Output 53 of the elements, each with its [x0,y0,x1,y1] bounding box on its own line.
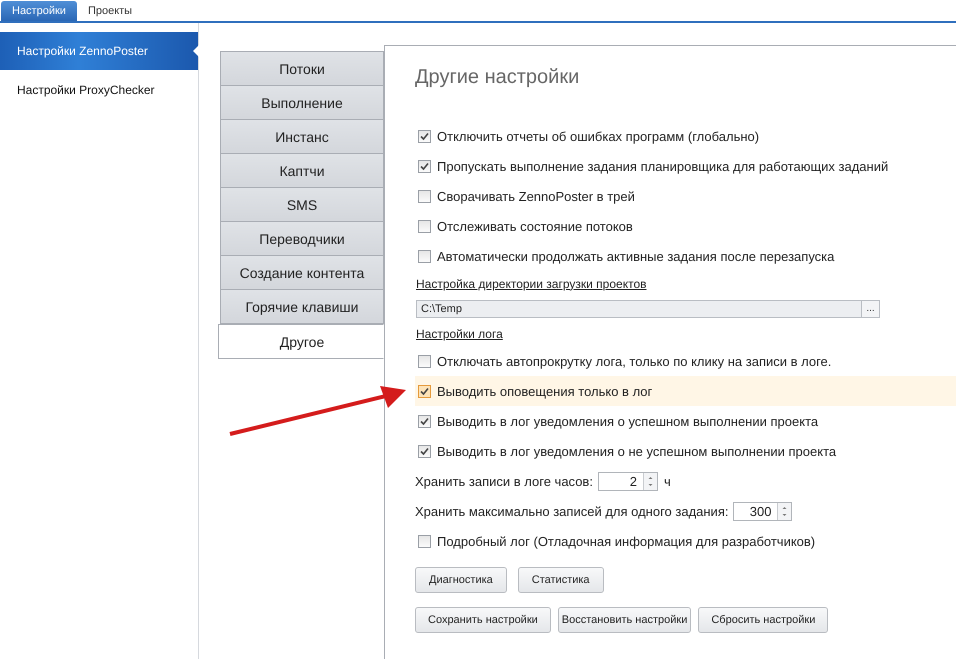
checkbox-label: Выводить в лог уведомления о успешном выполнении проекта [437,414,818,428]
section-tab[interactable]: Создание контента [220,256,384,290]
action-button[interactable]: Статистика [518,567,604,593]
section-tab[interactable]: Переводчики [220,222,384,256]
checkbox[interactable] [418,130,431,142]
checkbox-label: Отключить отчеты об ошибках программ (глобально) [437,128,760,144]
checkbox[interactable] [418,444,431,458]
checkbox[interactable] [418,220,431,232]
checkbox[interactable] [418,190,431,202]
check-icon [420,162,429,170]
top-tab[interactable]: Проекты [76,1,144,21]
checkbox[interactable] [418,354,431,368]
check-icon [420,446,429,456]
spin-label: Хранить максимально записей для одного задания: [415,504,728,518]
path-field[interactable]: C:\Temp [416,300,862,318]
action-button[interactable]: Восстановить настройки [558,607,692,633]
checkbox-label: Подробный лог (Отладочная информация для разработчиков) [437,534,816,548]
action-button[interactable]: Сохранить настройки [415,607,551,633]
checkbox-label: Отслеживать состояние потоков [437,218,633,234]
unit-label: ч [664,474,671,488]
number-field[interactable]: 300 [733,502,792,520]
checkbox[interactable] [418,534,431,548]
sidebar-item[interactable]: Настройки ZennoPoster [0,32,198,70]
number-field[interactable]: 2 [598,472,658,490]
action-button[interactable]: Диагностика [415,567,507,593]
section-tab[interactable]: SMS [220,188,384,222]
checkbox-label: Отключать автопрокрутку лога, только по клику на записи в логе. [437,354,832,368]
checkbox[interactable] [418,384,431,398]
action-button[interactable]: Сбросить настройки [698,607,828,633]
section-tab[interactable]: Инстанс [220,120,384,154]
section-tab[interactable]: Горячие клавиши [220,290,384,324]
checkbox-label: Автоматически продолжать активные задания после перезапуска [437,248,834,264]
top-tab[interactable]: Настройки [1,1,77,21]
section-link[interactable]: Настройки лога [416,326,503,340]
checkbox-label: Сворачивать ZennoPoster в трей [437,188,635,204]
browse-button[interactable]: ... [862,300,880,318]
check-icon [420,386,429,396]
panel-title: Другие настройки [415,66,580,90]
section-tab[interactable]: Каптчи [220,154,384,188]
section-link[interactable]: Настройка директории загрузки проектов [416,276,646,290]
check-icon [420,416,429,426]
checkbox[interactable] [418,160,431,172]
section-tab[interactable]: Потоки [220,51,384,86]
sidebar-item[interactable]: Настройки ProxyChecker [0,71,198,109]
checkbox[interactable] [418,414,431,428]
checkbox[interactable] [418,250,431,262]
checkbox-label: Пропускать выполнение задания планировщика для работающих заданий [437,158,888,174]
checkbox-label: Выводить в лог уведомления о не успешном выполнении проекта [437,444,836,458]
section-tab[interactable]: Выполнение [220,86,384,120]
section-tab[interactable]: Другое [218,324,384,359]
check-icon [420,132,429,140]
spin-label: Хранить записи в логе часов: [415,474,593,488]
checkbox-label: Выводить оповещения только в лог [437,384,652,398]
